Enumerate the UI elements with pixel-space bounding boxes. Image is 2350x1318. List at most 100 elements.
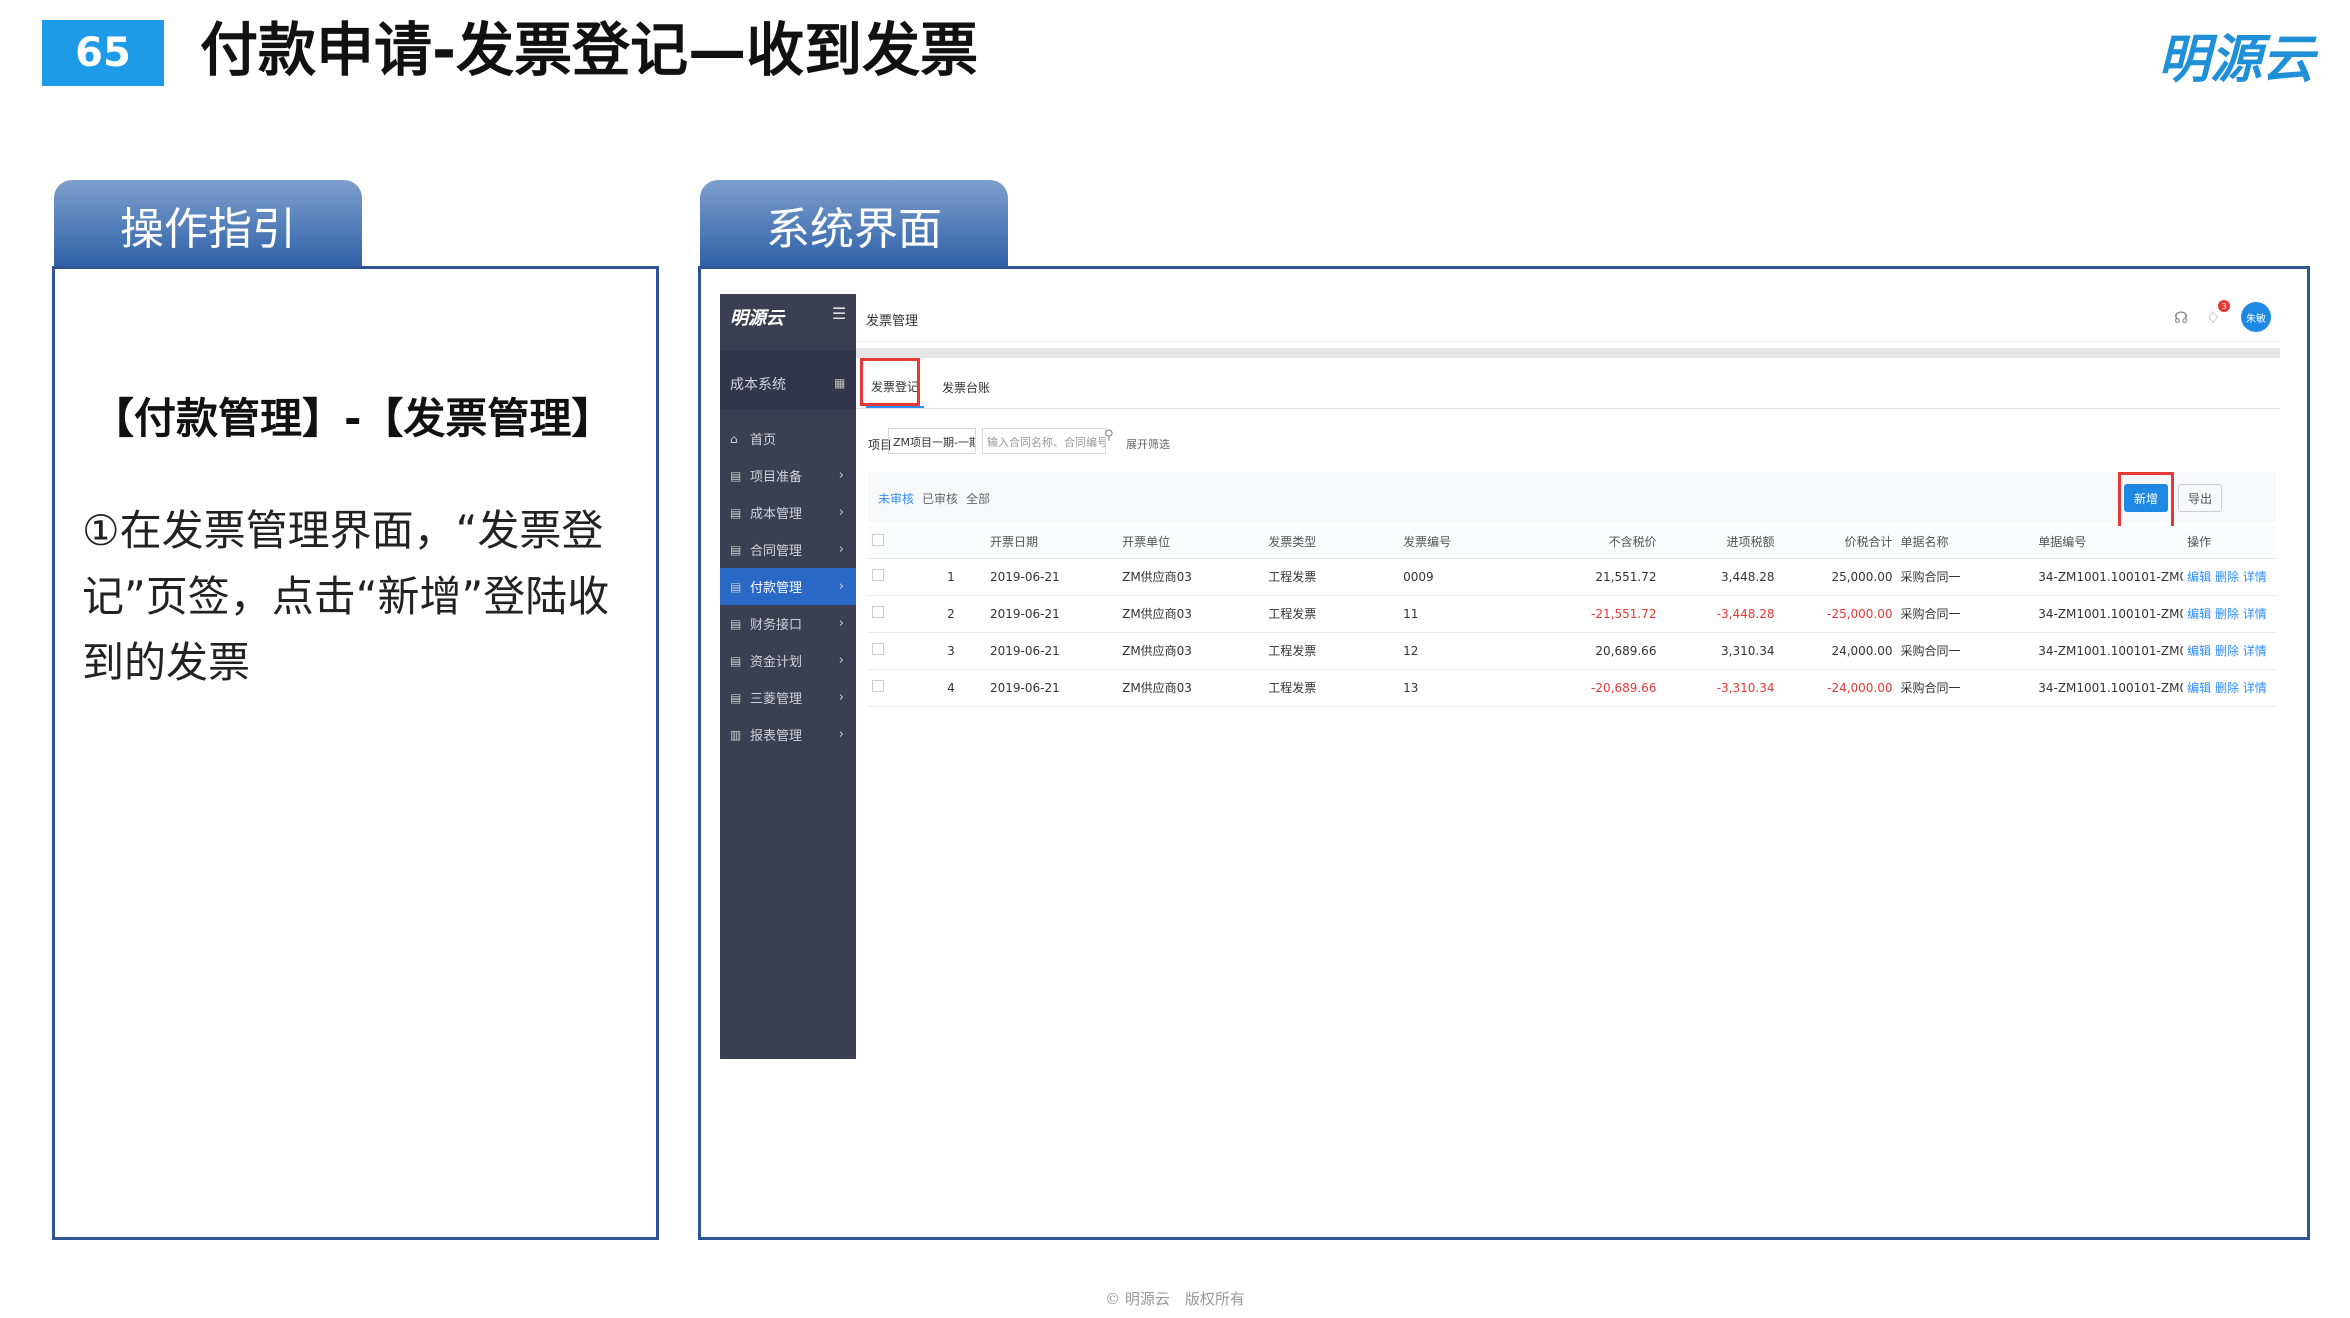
slide-title: 付款申请-发票登记—收到发票 — [200, 16, 979, 84]
table-cell[interactable] — [868, 632, 916, 670]
table-cell: 25,000.00 — [1778, 558, 1897, 596]
table-cell: 采购合同一 — [1896, 558, 2035, 596]
table-cell: 34-ZM1001.100101-ZM0... — [2034, 595, 2184, 633]
avatar[interactable]: 朱敏 — [2241, 302, 2271, 332]
sidebar-item[interactable]: ▤ 资金计划 › — [720, 642, 856, 679]
sidebar-item-label: 报表管理 — [750, 729, 803, 744]
column-header: 操作 — [2183, 526, 2276, 559]
select-all-checkbox[interactable] — [872, 534, 884, 547]
row-checkbox[interactable] — [872, 569, 884, 581]
sidebar-item[interactable]: ▤ 成本管理 › — [720, 494, 856, 531]
row-actions[interactable]: 编辑 删除 详情 — [2183, 558, 2276, 596]
chevron-right-icon: › — [838, 727, 844, 742]
column-header: 单据名称 — [1896, 526, 2035, 559]
tab-invoice-ledger[interactable]: 发票台账 — [936, 366, 996, 408]
chevron-right-icon: › — [838, 542, 844, 557]
table-cell: ZM供应商03 — [1118, 558, 1265, 596]
table-row[interactable]: 3 2019-06-21 ZM供应商03 工程发票 12 20,689.66 3,310.3… — [868, 632, 2276, 670]
column-header: 发票类型 — [1264, 526, 1400, 559]
sidebar-item[interactable]: ▤ 合同管理 › — [720, 531, 856, 568]
table-cell: -24,000.00 — [1778, 669, 1897, 707]
sidebar-item[interactable]: ▥ 报表管理 › — [720, 716, 856, 753]
chevron-right-icon: › — [838, 690, 844, 705]
sidebar-item-label: 资金计划 — [750, 655, 803, 670]
table-cell: 2019-06-21 — [986, 558, 1119, 596]
add-highlight-box — [2118, 472, 2174, 534]
chevron-right-icon: › — [838, 579, 844, 594]
sidebar-item[interactable]: ⌂ 首页 — [720, 420, 856, 457]
table-cell: 2019-06-21 — [986, 632, 1119, 670]
table-row[interactable]: 1 2019-06-21 ZM供应商03 工程发票 0009 21,551.72 3,448… — [868, 558, 2276, 596]
sidebar-item-label: 付款管理 — [750, 581, 803, 596]
bell-icon[interactable]: ♢ — [2206, 308, 2220, 327]
status-tab-audited[interactable]: 已审核 — [922, 490, 958, 507]
search-input[interactable]: 输入合同名称、合同编号、无合同 — [982, 428, 1106, 454]
doc-icon: ▤ — [730, 616, 742, 631]
sidebar-item[interactable]: ▤ 财务接口 › — [720, 605, 856, 642]
table-header: 开票日期 开票单位 发票类型 发票编号 不含税价 进项税额 价税合计 单据名称 单据编号 操作 — [868, 526, 2276, 559]
table-row[interactable]: 2 2019-06-21 ZM供应商03 工程发票 11 -21,551.72 -3,448… — [868, 595, 2276, 633]
grid-icon[interactable]: ▦ — [834, 376, 845, 390]
table-cell: 34-ZM1001.100101-ZM0... — [2034, 558, 2184, 596]
column-header: 进项税额 — [1660, 526, 1779, 559]
export-button[interactable]: 导出 — [2178, 484, 2222, 512]
row-checkbox[interactable] — [872, 680, 884, 692]
table-row[interactable]: 4 2019-06-21 ZM供应商03 工程发票 13 -20,689.66 -3,310… — [868, 669, 2276, 707]
guide-step-text: ①在发票管理界面，“发票登记”页签，点击“新增”登陆收到的发票 — [82, 506, 610, 687]
table-cell: 13 — [1399, 669, 1534, 707]
table-cell: 采购合同一 — [1896, 632, 2035, 670]
notification-badge: 3 — [2218, 300, 2230, 312]
page-title: 发票管理 — [866, 314, 919, 329]
table-cell: 0009 — [1399, 558, 1534, 596]
row-actions[interactable]: 编辑 删除 详情 — [2183, 669, 2276, 707]
headset-icon[interactable]: ☊ — [2174, 308, 2188, 327]
home-icon: ⌂ — [730, 431, 738, 446]
doc-icon: ▤ — [730, 468, 742, 483]
tab-divider — [856, 408, 2280, 409]
table-cell[interactable] — [868, 595, 916, 633]
table-cell: 3,310.34 — [1660, 632, 1779, 670]
tab-system-interface: 系统界面 — [700, 180, 1008, 270]
table-cell: 2019-06-21 — [986, 595, 1119, 633]
row-actions[interactable]: 编辑 删除 详情 — [2183, 595, 2276, 633]
row-actions[interactable]: 编辑 删除 详情 — [2183, 632, 2276, 670]
table-cell: -21,551.72 — [1534, 595, 1661, 633]
chevron-right-icon: › — [838, 468, 844, 483]
sidebar: 明源云 ☰ 成本系统 ▦ ⌂ 首页 ▤ 项目准备 › ▤ 成本管理 › ▤ 合同管理 › ▤ 付款管理 ›… — [720, 294, 856, 1059]
column-header: 开票日期 — [986, 526, 1119, 559]
search-icon[interactable]: ⚲ — [1104, 428, 1122, 454]
sidebar-item[interactable]: ▤ 项目准备 › — [720, 457, 856, 494]
column-header: 发票编号 — [1399, 526, 1534, 559]
column-header: 不含税价 — [1534, 526, 1661, 559]
table-cell: -25,000.00 — [1778, 595, 1897, 633]
row-checkbox[interactable] — [872, 606, 884, 618]
table-cell[interactable] — [868, 669, 916, 707]
table-cell: 21,551.72 — [1534, 558, 1661, 596]
doc-icon: ▤ — [730, 542, 742, 557]
sidebar-item-label: 财务接口 — [750, 618, 803, 633]
row-checkbox[interactable] — [872, 643, 884, 655]
guide-heading: 【付款管理】-【发票管理】 — [92, 394, 614, 443]
sidebar-item[interactable]: ▤ 三菱管理 › — [720, 679, 856, 716]
copyright: © 明源云 版权所有 — [1105, 1290, 1245, 1308]
table-cell: -20,689.66 — [1534, 669, 1661, 707]
table-cell[interactable] — [868, 558, 916, 596]
doc-icon: ▤ — [730, 653, 742, 668]
menu-toggle-icon[interactable]: ☰ — [832, 304, 846, 323]
table-cell: ZM供应商03 — [1118, 632, 1265, 670]
sidebar-item[interactable]: ▤ 付款管理 › — [720, 568, 856, 605]
status-tab-unaudited[interactable]: 未审核 — [878, 490, 914, 507]
table-cell: 采购合同一 — [1896, 669, 2035, 707]
project-select[interactable]: ZM项目一期-一期项目 — [888, 428, 976, 454]
table-cell: 34-ZM1001.100101-ZM0... — [2034, 669, 2184, 707]
expand-filter-link[interactable]: 展开筛选 — [1126, 436, 1170, 452]
sidebar-item-label: 成本管理 — [750, 507, 803, 522]
column-header[interactable] — [868, 526, 916, 559]
divider — [856, 348, 2280, 358]
sidebar-item-label: 项目准备 — [750, 470, 803, 485]
tab-highlight-box — [860, 358, 920, 406]
status-tab-all[interactable]: 全部 — [966, 490, 990, 507]
table-cell: 1 — [915, 558, 987, 596]
table-cell: 24,000.00 — [1778, 632, 1897, 670]
sidebar-item-label: 合同管理 — [750, 544, 803, 559]
